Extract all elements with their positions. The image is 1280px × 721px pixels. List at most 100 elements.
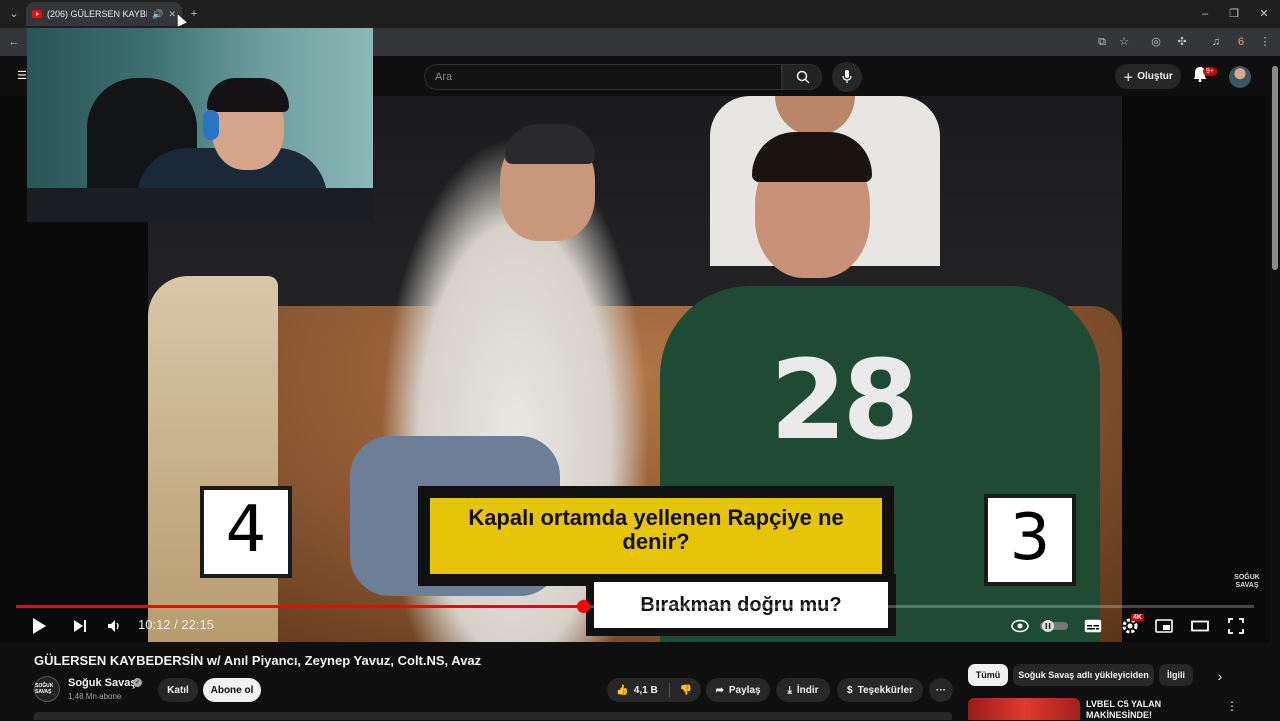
desk <box>27 188 373 222</box>
join-button[interactable]: Katıl <box>158 678 198 702</box>
more-actions-button[interactable]: ··· <box>929 678 953 702</box>
subtitles-button[interactable] <box>1082 615 1104 637</box>
quality-badge: 4K <box>1131 614 1144 621</box>
left-edge-person <box>148 276 278 642</box>
search-input[interactable]: Ara <box>424 64 782 90</box>
subtitles-icon <box>1084 619 1102 633</box>
super-thanks-icon: $ <box>847 684 853 696</box>
like-divider <box>669 683 670 697</box>
play-icon <box>33 618 46 634</box>
theater-icon <box>1191 620 1209 632</box>
next-button[interactable] <box>70 615 90 637</box>
subscriber-count: 1,48 Mn abone <box>68 692 122 701</box>
volume-button[interactable] <box>104 615 124 637</box>
share-label: Paylaş <box>728 684 761 696</box>
extensions-icon[interactable]: ✣ <box>1174 34 1190 50</box>
install-app-icon[interactable]: ⧉ <box>1094 34 1110 50</box>
progress-bar-played <box>16 605 583 608</box>
miniplayer-button[interactable] <box>1153 615 1175 637</box>
video-title: GÜLERSEN KAYBEDERSİN w/ Anıl Piyancı, Ze… <box>34 653 482 668</box>
download-label: İndir <box>796 684 819 696</box>
thumbs-down-icon: 👎 <box>679 684 693 696</box>
left-score: 4 <box>204 490 288 574</box>
extension-badge[interactable]: 6 <box>1233 34 1249 50</box>
search-button[interactable] <box>782 64 822 90</box>
description-box[interactable] <box>34 712 952 720</box>
question-box: Kapalı ortamda yellenen Rapçiye ne denir… <box>418 486 894 586</box>
plus-icon: ＋ <box>1123 73 1134 84</box>
theater-mode-button[interactable] <box>1189 615 1211 637</box>
thumbs-up-icon: 👍 <box>616 684 629 696</box>
channel-avatar[interactable]: SOĞUK SAVAŞ <box>34 676 60 702</box>
user-avatar[interactable] <box>1229 66 1251 88</box>
recommendation-title[interactable]: LVBEL C5 YALAN MAKİNESİNDE! <box>1086 699 1216 721</box>
voice-search-button[interactable] <box>832 62 862 92</box>
back-icon[interactable]: ← <box>6 34 22 50</box>
left-score-tile: 4 <box>200 486 292 578</box>
notification-count-badge: 9+ <box>1203 67 1217 76</box>
recommendation-thumbnail[interactable] <box>968 698 1080 720</box>
chevron-right-icon[interactable]: › <box>1210 666 1230 686</box>
browser-tab[interactable]: (206) GÜLERSEN KAYBEDERSİN 🔊 ✕ <box>26 2 182 26</box>
question-text: Kapalı ortamda yellenen Rapçiye ne denir… <box>430 498 882 574</box>
streamer-hair <box>207 78 289 112</box>
right-score: 3 <box>988 498 1072 582</box>
tab-search-icon[interactable]: ⌄ <box>6 6 22 22</box>
jersey-number: 28 <box>770 336 919 464</box>
share-button[interactable]: ➦ Paylaş <box>706 678 770 702</box>
close-window-icon[interactable]: ✕ <box>1256 6 1272 22</box>
create-label: Oluştur <box>1137 71 1173 82</box>
microphone-icon <box>842 70 852 83</box>
thanks-label: Teşekkürler <box>857 684 913 696</box>
media-controls-icon[interactable]: ♫ <box>1208 34 1224 50</box>
menu-kebab-icon[interactable]: ⋮ <box>1257 34 1273 50</box>
youtube-favicon-icon <box>32 10 42 18</box>
autoplay-toggle-icon <box>1040 620 1068 632</box>
scrollbar-thumb[interactable] <box>1272 66 1278 270</box>
like-count: 4,1 B <box>633 684 658 696</box>
verified-check-icon: ✓ <box>133 678 142 687</box>
download-button[interactable]: ⤓ İndir <box>776 678 830 702</box>
next-icon <box>74 620 86 632</box>
thanks-button[interactable]: $ Teşekkürler <box>837 678 923 702</box>
channel-name[interactable]: Soğuk Savaş <box>68 677 136 689</box>
laughing-person-hair <box>752 132 872 182</box>
streamer-webcam-overlay <box>27 28 373 222</box>
chip-all[interactable]: Tümü <box>968 664 1008 686</box>
headset <box>203 110 219 140</box>
time-display: 10:12 / 22:15 <box>138 617 214 632</box>
incognito-icon[interactable]: ◎ <box>1148 34 1164 50</box>
autoplay-toggle[interactable] <box>1040 615 1068 637</box>
eye-icon <box>1011 619 1029 633</box>
download-icon: ⤓ <box>787 684 792 696</box>
maximize-icon[interactable]: ❐ <box>1226 6 1242 22</box>
create-button[interactable]: ＋ Oluştur <box>1115 64 1181 89</box>
right-score-tile: 3 <box>984 494 1076 586</box>
bookmark-star-icon[interactable]: ☆ <box>1116 34 1132 50</box>
progress-scrubber[interactable] <box>577 600 590 613</box>
search-icon <box>796 70 810 84</box>
miniplayer-icon <box>1155 619 1173 633</box>
volume-icon <box>108 620 119 632</box>
dislike-button[interactable]: 👎 <box>671 678 701 702</box>
audio-playing-icon[interactable]: 🔊 <box>152 9 163 20</box>
like-button[interactable]: 👍 4,1 B <box>607 678 667 702</box>
play-button[interactable] <box>28 615 50 637</box>
share-icon: ➦ <box>715 684 724 696</box>
channel-watermark: SOĞUK SAVAŞ <box>1234 574 1260 589</box>
settings-button[interactable]: 4K <box>1118 614 1144 637</box>
minimize-icon[interactable]: – <box>1197 6 1213 22</box>
tab-title: (206) GÜLERSEN KAYBEDERSİN <box>47 9 147 19</box>
browser-tabstrip: ⌄ (206) GÜLERSEN KAYBEDERSİN 🔊 ✕ + – ❐ ✕ <box>0 0 1280 28</box>
baseball-cap <box>505 124 595 164</box>
fullscreen-button[interactable] <box>1225 615 1247 637</box>
chip-related[interactable]: İlgili <box>1159 664 1193 686</box>
new-tab-icon[interactable]: + <box>186 6 202 22</box>
like-dislike-group: 👍 4,1 B 👎 <box>607 678 701 702</box>
more-horiz-icon: ··· <box>936 684 946 696</box>
fullscreen-icon <box>1228 618 1244 634</box>
subscribe-button[interactable]: Abone ol <box>203 678 261 702</box>
ambient-mode-button[interactable] <box>1009 615 1031 637</box>
recommendation-menu-icon[interactable]: ⋮ <box>1226 699 1238 713</box>
chip-from-channel[interactable]: Soğuk Savaş adlı yükleyiciden <box>1013 664 1154 686</box>
